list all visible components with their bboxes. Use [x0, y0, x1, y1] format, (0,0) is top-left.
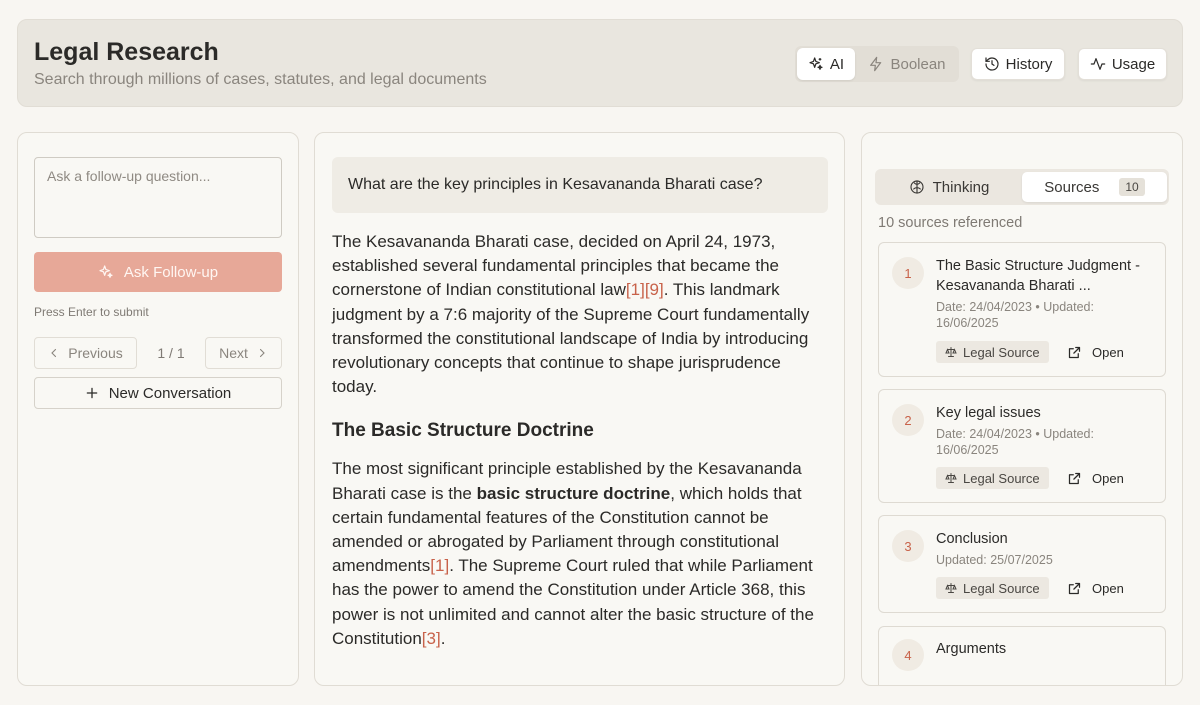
followup-question-input[interactable]: [34, 157, 282, 238]
brain-icon: [910, 180, 924, 194]
open-label: Open: [1092, 344, 1124, 360]
plus-icon: [86, 387, 98, 399]
legal-source-tag: Legal Source: [936, 467, 1049, 489]
next-button[interactable]: Next: [205, 337, 282, 369]
legal-source-label: Legal Source: [963, 344, 1040, 360]
new-conversation-label: New Conversation: [108, 384, 232, 402]
external-link-icon: [1068, 582, 1081, 594]
sources-panel: Thinking Sources 10 10 sources reference…: [861, 132, 1183, 686]
new-conversation-button[interactable]: New Conversation: [34, 377, 282, 409]
activity-icon: [1090, 58, 1106, 70]
boolean-mode-label: Boolean: [890, 55, 946, 73]
chevron-left-icon: [51, 348, 57, 358]
legal-source-label: Legal Source: [963, 580, 1040, 596]
open-source-button[interactable]: Open: [1067, 341, 1124, 363]
legal-source-label: Legal Source: [963, 470, 1040, 486]
history-button[interactable]: History: [971, 48, 1065, 80]
source-card[interactable]: 2 Key legal issues Date: 24/04/2023 • Up…: [878, 389, 1166, 503]
tab-sources-label: Sources: [1044, 178, 1100, 196]
chevron-right-icon: [259, 348, 265, 358]
source-title: The Basic Structure Judgment - Kesavanan…: [936, 258, 1140, 294]
source-title: Arguments: [936, 641, 1007, 657]
answer-paragraph: The Kesavananda Bharati case, decided on…: [332, 230, 828, 399]
source-title: Key legal issues: [936, 405, 1041, 421]
source-card[interactable]: 1 The Basic Structure Judgment - Kesavan…: [878, 242, 1166, 377]
answer-body: The Kesavananda Bharati case, decided on…: [332, 230, 828, 671]
source-number: 4: [892, 639, 924, 671]
answer-panel: What are the key principles in Kesavanan…: [314, 132, 845, 686]
citation-link[interactable]: [1]: [626, 280, 645, 299]
source-number: 3: [892, 530, 924, 562]
source-title: Conclusion: [936, 531, 1008, 547]
scale-icon: [945, 347, 957, 357]
submit-hint: Press Enter to submit: [34, 305, 149, 319]
sources-tabs: Thinking Sources 10: [875, 169, 1169, 205]
boolean-mode-button[interactable]: Boolean: [857, 48, 957, 80]
tab-sources[interactable]: Sources 10: [1022, 172, 1167, 202]
citation-link[interactable]: [1]: [430, 556, 449, 575]
open-source-button[interactable]: Open: [1067, 467, 1124, 489]
source-meta: Date: 24/04/2023 • Updated: 16/06/2025: [936, 427, 1094, 457]
citation-link[interactable]: [3]: [422, 629, 441, 648]
answer-heading: The Basic Structure Doctrine: [332, 420, 594, 442]
sources-badge: 10: [1119, 178, 1145, 196]
source-card[interactable]: 4 Arguments: [878, 626, 1166, 685]
ask-followup-label: Ask Follow-up: [123, 263, 219, 281]
page-count: 1 / 1: [157, 345, 185, 361]
open-label: Open: [1092, 580, 1124, 596]
sparkles-icon: [809, 57, 823, 70]
followup-panel: Ask Follow-up Press Enter to submit Prev…: [17, 132, 299, 686]
ai-mode-button[interactable]: AI: [797, 48, 855, 80]
external-link-icon: [1068, 472, 1081, 484]
tab-thinking-label: Thinking: [932, 178, 990, 196]
legal-source-tag: Legal Source: [936, 577, 1049, 599]
search-mode-toggle: AI Boolean: [795, 46, 959, 82]
user-question: What are the key principles in Kesavanan…: [332, 157, 828, 213]
usage-button[interactable]: Usage: [1078, 48, 1167, 80]
scale-icon: [945, 583, 957, 593]
page-subtitle: Search through millions of cases, statut…: [34, 71, 487, 88]
page-header: Legal Research Search through millions o…: [17, 19, 1183, 107]
history-label: History: [1005, 55, 1053, 73]
scale-icon: [945, 473, 957, 483]
source-number: 2: [892, 404, 924, 436]
open-source-button[interactable]: Open: [1067, 577, 1124, 599]
source-meta: Updated: 25/07/2025: [936, 553, 1053, 567]
answer-text: .: [440, 628, 446, 648]
ask-followup-button[interactable]: Ask Follow-up: [34, 252, 282, 292]
source-meta: Date: 24/04/2023 • Updated: 16/06/2025: [936, 300, 1094, 330]
page-title: Legal Research: [34, 38, 219, 66]
open-label: Open: [1092, 470, 1124, 486]
source-card[interactable]: 3 Conclusion Updated: 25/07/2025 Legal S…: [878, 515, 1166, 613]
tab-thinking[interactable]: Thinking: [878, 172, 1020, 202]
ai-mode-label: AI: [829, 55, 845, 73]
history-icon: [985, 57, 999, 71]
sparkles-icon: [99, 265, 113, 278]
previous-label: Previous: [68, 345, 123, 361]
legal-source-tag: Legal Source: [936, 341, 1049, 363]
sources-count: 10 sources referenced: [878, 215, 1023, 231]
usage-label: Usage: [1111, 55, 1156, 73]
previous-button[interactable]: Previous: [34, 337, 137, 369]
lightning-icon: [870, 56, 882, 72]
source-number: 1: [892, 257, 924, 289]
answer-paragraph: The most significant principle establish…: [332, 457, 828, 651]
answer-bold-text: basic structure doctrine: [476, 483, 671, 503]
citation-link[interactable]: [9]: [645, 280, 664, 299]
next-label: Next: [219, 345, 248, 361]
external-link-icon: [1068, 346, 1081, 358]
